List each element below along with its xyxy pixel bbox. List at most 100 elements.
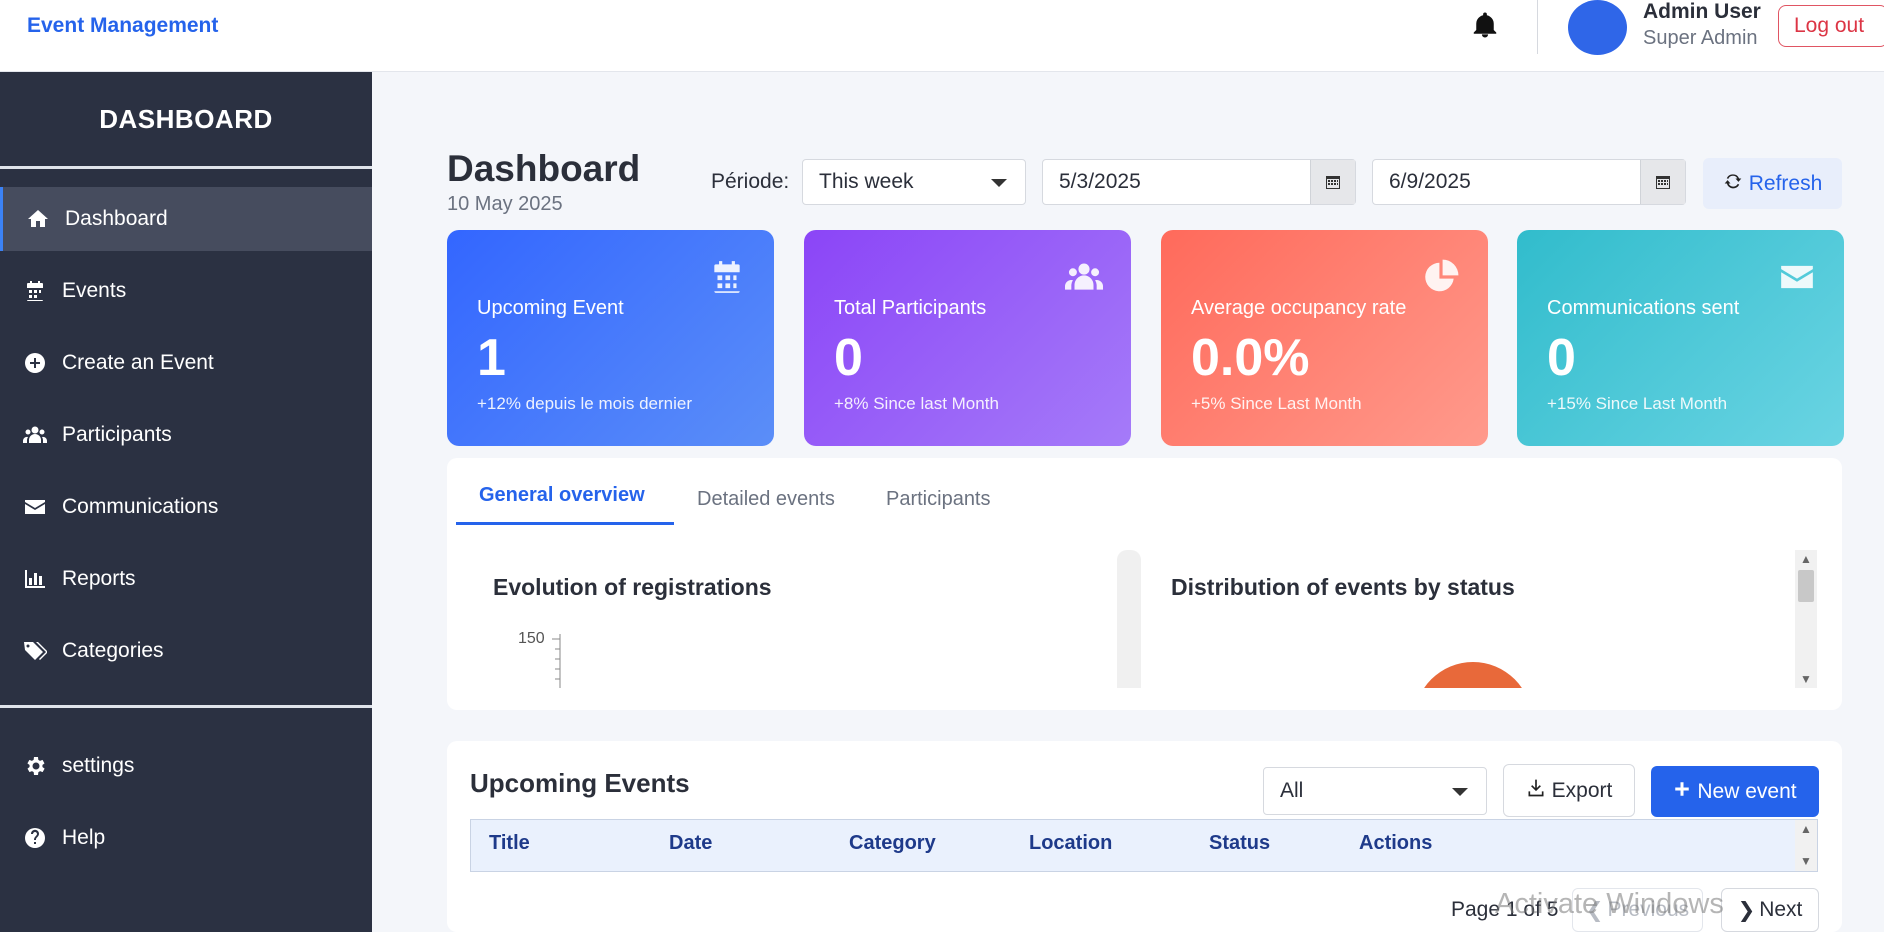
sidebar-item-label: Reports — [62, 567, 136, 590]
sidebar-item-reports[interactable]: Reports — [0, 547, 372, 611]
vertical-scrollbar[interactable]: ▲ ▼ — [1795, 550, 1817, 688]
users-icon — [1064, 258, 1104, 296]
stat-card-occupancy-rate: Average occupancy rate 0.0% +5% Since La… — [1161, 230, 1488, 446]
chevron-down-icon — [1452, 788, 1468, 796]
tab-participants[interactable]: Participants — [886, 488, 991, 511]
sidebar-item-dashboard[interactable]: Dashboard — [0, 187, 372, 251]
user-role: Super Admin — [1643, 27, 1758, 49]
next-page-button[interactable]: ❯ Next — [1721, 888, 1819, 932]
chevron-up-icon[interactable]: ▲ — [1800, 822, 1812, 836]
tags-icon — [22, 638, 48, 664]
sidebar: DASHBOARD Dashboard Events Create an Eve… — [0, 72, 372, 932]
chevron-down-icon[interactable]: ▼ — [1800, 672, 1812, 686]
user-name: Admin User — [1643, 0, 1761, 23]
pane-scrollbar[interactable] — [1117, 550, 1141, 688]
tab-detailed-events[interactable]: Detailed events — [697, 488, 835, 511]
y-axis-tick: 150 — [518, 630, 545, 647]
tab-general-overview[interactable]: General overview — [479, 484, 645, 507]
refresh-icon — [1723, 171, 1743, 197]
sidebar-item-create-event[interactable]: Create an Event — [0, 331, 372, 395]
end-date-input[interactable]: 6/9/2025 — [1372, 159, 1686, 205]
stat-label: Communications sent — [1547, 297, 1740, 319]
stat-trend: +8% Since last Month — [834, 394, 999, 413]
column-header-date[interactable]: Date — [669, 832, 712, 855]
refresh-label: Refresh — [1748, 171, 1823, 195]
stat-value: 0 — [1547, 329, 1576, 387]
sidebar-item-label: settings — [62, 754, 135, 777]
brand-title[interactable]: Event Management — [27, 14, 218, 38]
y-axis — [552, 634, 561, 688]
table-scrollbar[interactable]: ▲ ▼ — [1795, 820, 1817, 871]
page-title: Dashboard — [447, 148, 641, 189]
distribution-chart-title: Distribution of events by status — [1171, 574, 1515, 600]
stat-value: 0.0% — [1191, 329, 1310, 387]
avatar[interactable] — [1568, 0, 1627, 55]
home-icon — [25, 206, 51, 232]
sidebar-item-label: Participants — [62, 423, 172, 446]
stat-trend: +12% depuis le mois dernier — [477, 394, 692, 413]
stat-card-upcoming-events: Upcoming Event 1 +12% depuis le mois der… — [447, 230, 774, 446]
column-header-title[interactable]: Title — [489, 832, 530, 855]
calendar-icon — [22, 278, 48, 304]
column-header-category[interactable]: Category — [849, 832, 936, 855]
periode-select[interactable]: This week — [802, 159, 1026, 205]
end-date-value: 6/9/2025 — [1389, 170, 1471, 193]
sidebar-item-participants[interactable]: Participants — [0, 403, 372, 467]
stat-value: 0 — [834, 329, 863, 387]
export-label: Export — [1551, 778, 1613, 802]
sidebar-item-categories[interactable]: Categories — [0, 619, 372, 683]
chevron-down-icon — [991, 179, 1007, 187]
sidebar-item-label: Create an Event — [62, 351, 214, 374]
status-pie-chart — [1414, 662, 1532, 688]
periode-label: Période: — [711, 170, 790, 193]
users-icon — [22, 422, 48, 448]
stat-card-communications-sent: Communications sent 0 +15% Since Last Mo… — [1517, 230, 1844, 446]
divider — [1537, 0, 1538, 54]
stat-label: Upcoming Event — [477, 297, 624, 319]
registrations-chart-title: Evolution of registrations — [493, 574, 772, 600]
active-tab-indicator — [456, 522, 674, 525]
new-event-label: New event — [1697, 779, 1797, 803]
events-filter-select[interactable]: All — [1263, 767, 1487, 815]
sidebar-item-help[interactable]: Help — [0, 806, 372, 870]
envelope-icon — [22, 494, 48, 520]
sidebar-item-label: Events — [62, 279, 127, 302]
stat-label: Average occupancy rate — [1191, 297, 1407, 319]
plus-icon — [1673, 780, 1691, 804]
sidebar-item-label: Help — [62, 826, 106, 849]
pie-chart-icon — [1422, 258, 1460, 296]
stat-trend: +15% Since Last Month — [1547, 394, 1728, 413]
refresh-button[interactable]: Refresh — [1703, 158, 1842, 209]
calendar-icon — [708, 258, 746, 296]
sidebar-item-settings[interactable]: settings — [0, 734, 372, 798]
sidebar-item-communications[interactable]: Communications — [0, 475, 372, 539]
scrollbar-thumb[interactable] — [1798, 570, 1814, 602]
sidebar-item-label: Communications — [62, 495, 219, 518]
gear-icon — [22, 753, 48, 779]
os-activation-watermark: Activate Windows — [1495, 888, 1724, 920]
start-date-input[interactable]: 5/3/2025 — [1042, 159, 1356, 205]
logout-button[interactable]: Log out — [1778, 5, 1884, 47]
sidebar-item-events[interactable]: Events — [0, 259, 372, 323]
question-circle-icon — [22, 825, 48, 851]
envelope-icon — [1778, 258, 1816, 296]
upcoming-events-title: Upcoming Events — [470, 768, 690, 798]
stat-value: 1 — [477, 329, 506, 387]
column-header-actions[interactable]: Actions — [1359, 832, 1432, 855]
download-icon — [1526, 778, 1546, 804]
bell-icon[interactable] — [1470, 10, 1502, 42]
page-date: 10 May 2025 — [447, 193, 563, 215]
sidebar-item-label: Categories — [62, 639, 164, 662]
sidebar-item-label: Dashboard — [65, 207, 168, 230]
calendar-icon[interactable] — [1640, 160, 1685, 204]
export-button[interactable]: Export — [1503, 764, 1635, 817]
calendar-icon[interactable] — [1310, 160, 1355, 204]
chevron-down-icon[interactable]: ▼ — [1800, 854, 1812, 868]
stat-card-total-participants: Total Participants 0 +8% Since last Mont… — [804, 230, 1131, 446]
column-header-status[interactable]: Status — [1209, 832, 1270, 855]
column-header-location[interactable]: Location — [1029, 832, 1112, 855]
start-date-value: 5/3/2025 — [1059, 170, 1141, 193]
new-event-button[interactable]: New event — [1651, 766, 1819, 817]
sidebar-title: DASHBOARD — [99, 104, 273, 134]
chevron-up-icon[interactable]: ▲ — [1800, 552, 1812, 566]
